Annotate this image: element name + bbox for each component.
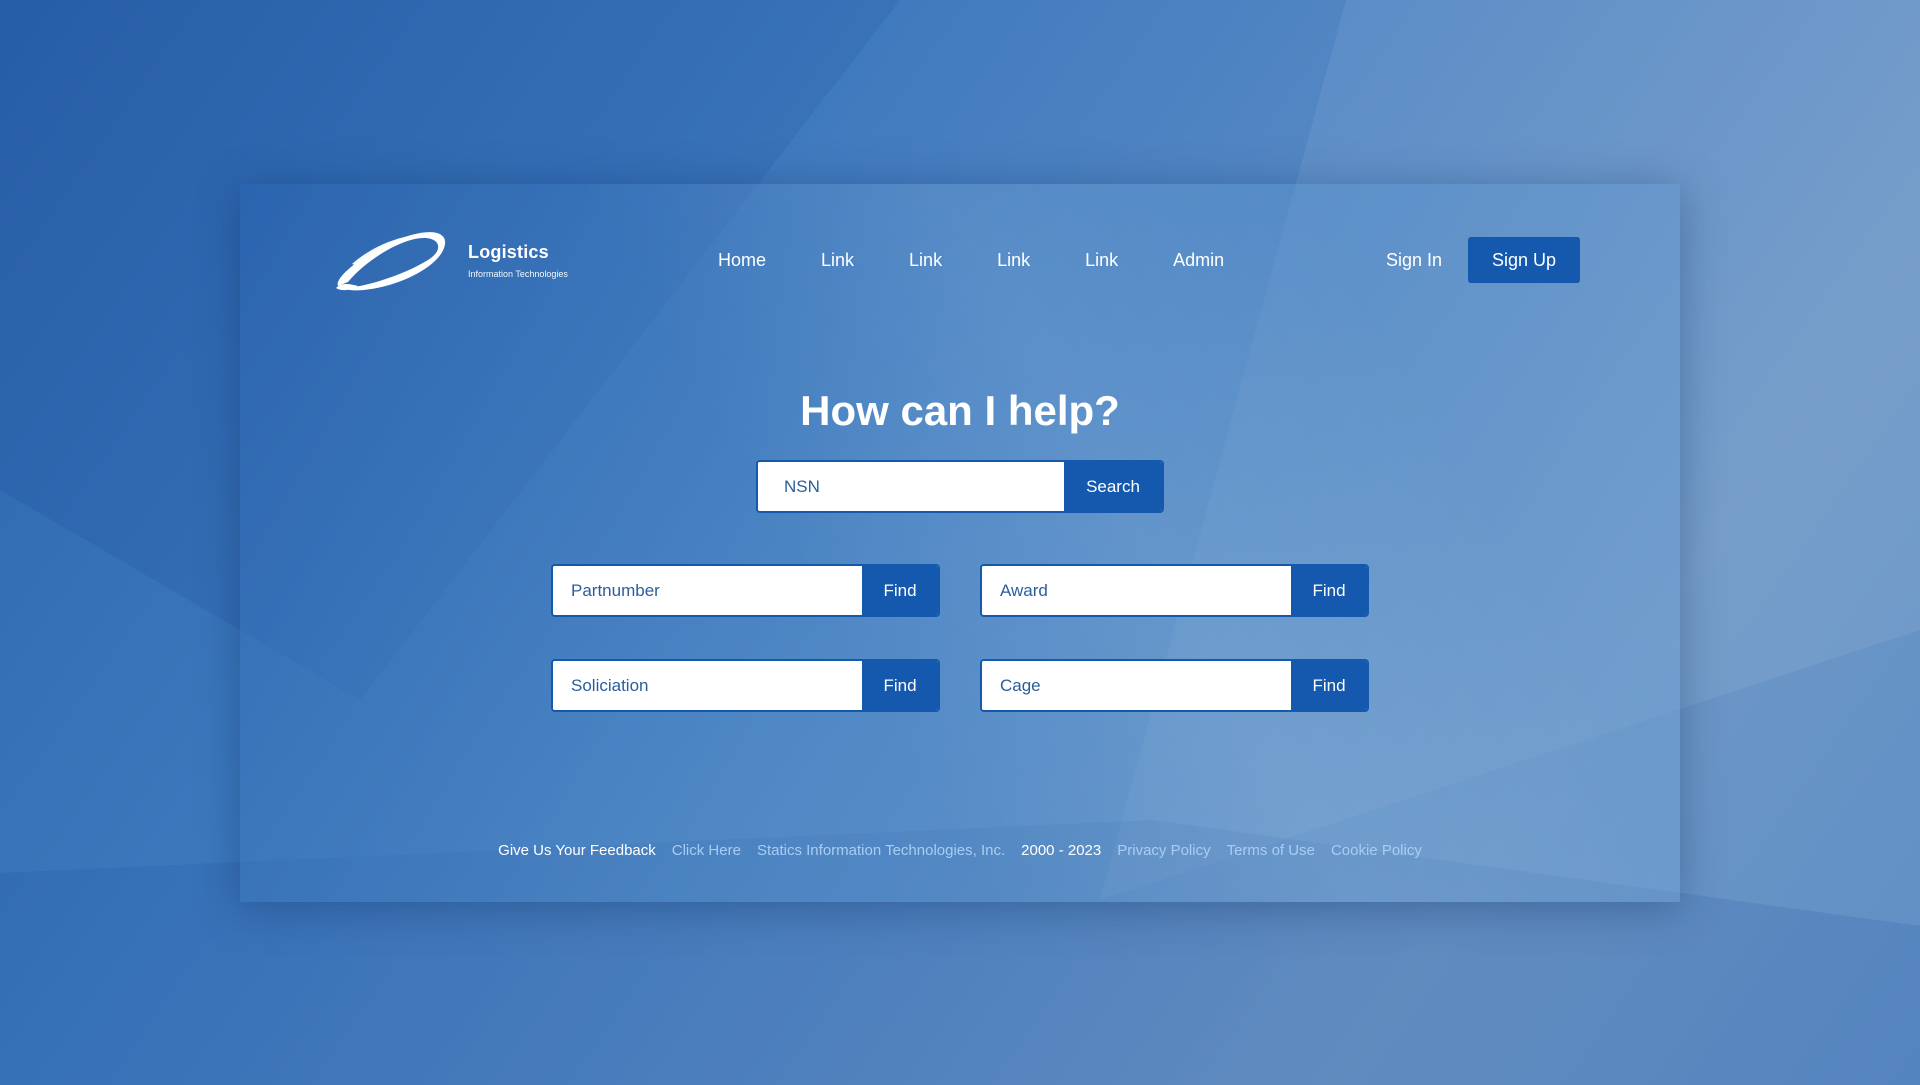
- nsn-input[interactable]: [758, 462, 1064, 511]
- find-award-button[interactable]: Find: [1291, 566, 1367, 615]
- nav-item-link-1[interactable]: Link: [821, 250, 854, 271]
- auth-actions: Sign In Sign Up: [1386, 224, 1580, 296]
- sign-in-link[interactable]: Sign In: [1386, 250, 1442, 271]
- copyright-years: 2000 - 2023: [1021, 842, 1102, 859]
- feedback-label: Give Us Your Feedback: [498, 842, 656, 859]
- award-search-group: Find: [980, 564, 1369, 617]
- swoosh-ring-logo-icon: [336, 232, 446, 291]
- nav-item-link-4[interactable]: Link: [1085, 250, 1118, 271]
- page-title: How can I help?: [800, 387, 1120, 434]
- nav-item-home[interactable]: Home: [718, 250, 766, 271]
- find-cage-button[interactable]: Find: [1291, 661, 1367, 710]
- solicitation-search-group: Find: [551, 659, 940, 712]
- solicitation-input[interactable]: [553, 661, 862, 710]
- nav-item-link-2[interactable]: Link: [909, 250, 942, 271]
- partnumber-input[interactable]: [553, 566, 862, 615]
- main-nav: Home Link Link Link Link Admin: [718, 224, 1224, 296]
- brand-logo[interactable]: Logistics Information Technologies: [332, 224, 592, 296]
- nsn-search-group: Search: [756, 460, 1164, 513]
- privacy-policy-link[interactable]: Privacy Policy: [1117, 842, 1210, 859]
- nav-item-admin[interactable]: Admin: [1173, 250, 1224, 271]
- cookie-policy-link[interactable]: Cookie Policy: [1331, 842, 1422, 859]
- sign-up-button[interactable]: Sign Up: [1468, 237, 1580, 283]
- search-button[interactable]: Search: [1064, 462, 1162, 511]
- cage-input[interactable]: [982, 661, 1291, 710]
- brand-subtitle: Information Technologies: [468, 268, 568, 279]
- company-link[interactable]: Statics Information Technologies, Inc.: [757, 842, 1005, 859]
- header: Logistics Information Technologies Home …: [240, 224, 1680, 296]
- award-input[interactable]: [982, 566, 1291, 615]
- terms-of-use-link[interactable]: Terms of Use: [1227, 842, 1315, 859]
- nav-item-link-3[interactable]: Link: [997, 250, 1030, 271]
- partnumber-search-group: Find: [551, 564, 940, 617]
- find-partnumber-button[interactable]: Find: [862, 566, 938, 615]
- brand-title: Logistics: [468, 241, 549, 262]
- main-card: Logistics Information Technologies Home …: [240, 184, 1680, 902]
- feedback-link[interactable]: Click Here: [672, 842, 741, 859]
- find-solicitation-button[interactable]: Find: [862, 661, 938, 710]
- footer: Give Us Your Feedback Click Here Statics…: [240, 842, 1680, 859]
- cage-search-group: Find: [980, 659, 1369, 712]
